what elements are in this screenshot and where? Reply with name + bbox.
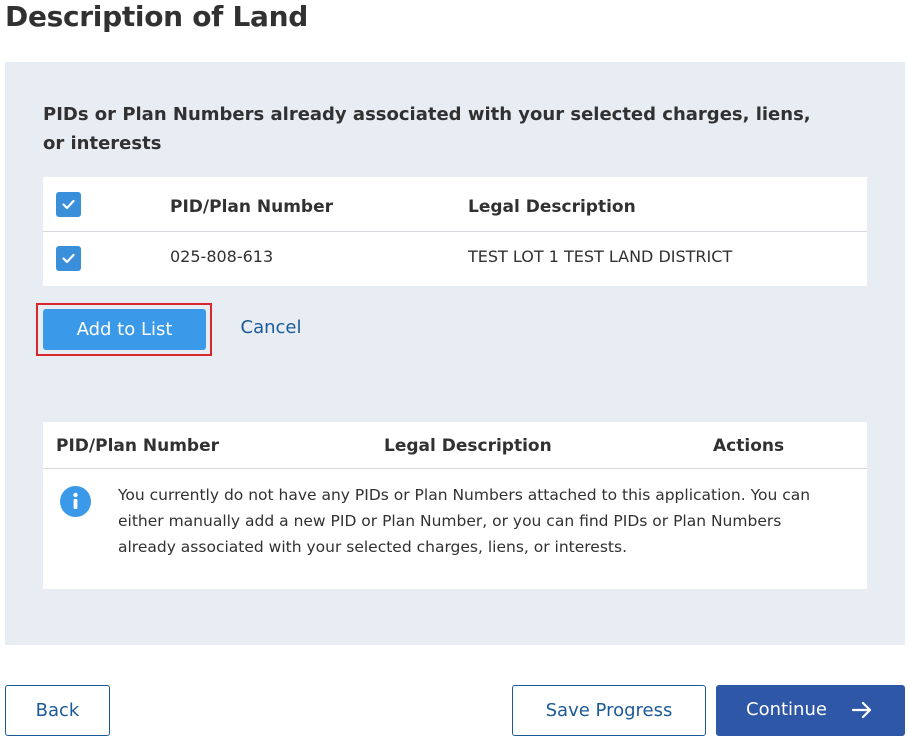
table-header: PID/Plan Number Legal Description xyxy=(43,177,867,232)
select-all-checkbox[interactable] xyxy=(56,192,81,217)
empty-state-message: You currently do not have any PIDs or Pl… xyxy=(118,486,811,556)
save-progress-button[interactable]: Save Progress xyxy=(512,685,706,736)
continue-label: Continue xyxy=(746,699,827,720)
column-header-pid: PID/Plan Number xyxy=(56,436,220,456)
column-header-legal-description: Legal Description xyxy=(468,197,636,217)
row-pid: 025-808-613 xyxy=(170,247,274,266)
check-icon xyxy=(62,199,75,210)
add-to-list-button[interactable]: Add to List xyxy=(43,309,206,350)
associated-heading: PIDs or Plan Numbers already associated … xyxy=(43,104,811,154)
cancel-button[interactable]: Cancel xyxy=(231,317,311,338)
continue-button[interactable]: Continue xyxy=(716,685,905,736)
check-icon xyxy=(62,253,75,264)
associated-pid-table: PID/Plan Number Legal Description 025-80… xyxy=(43,177,867,286)
column-header-pid: PID/Plan Number xyxy=(170,197,334,217)
table-header: PID/Plan Number Legal Description Action… xyxy=(43,422,867,469)
description-panel: PIDs or Plan Numbers already associated … xyxy=(5,62,905,645)
arrow-right-icon xyxy=(852,701,872,719)
attached-pid-table: PID/Plan Number Legal Description Action… xyxy=(43,422,867,589)
back-button[interactable]: Back xyxy=(5,685,110,736)
column-header-actions: Actions xyxy=(713,436,785,456)
page-title: Description of Land xyxy=(5,0,309,33)
row-checkbox[interactable] xyxy=(56,246,81,271)
row-legal-description: TEST LOT 1 TEST LAND DISTRICT xyxy=(468,247,733,266)
table-row: 025-808-613 TEST LOT 1 TEST LAND DISTRIC… xyxy=(43,232,867,286)
info-icon xyxy=(60,486,91,517)
column-header-legal-description: Legal Description xyxy=(384,436,552,456)
